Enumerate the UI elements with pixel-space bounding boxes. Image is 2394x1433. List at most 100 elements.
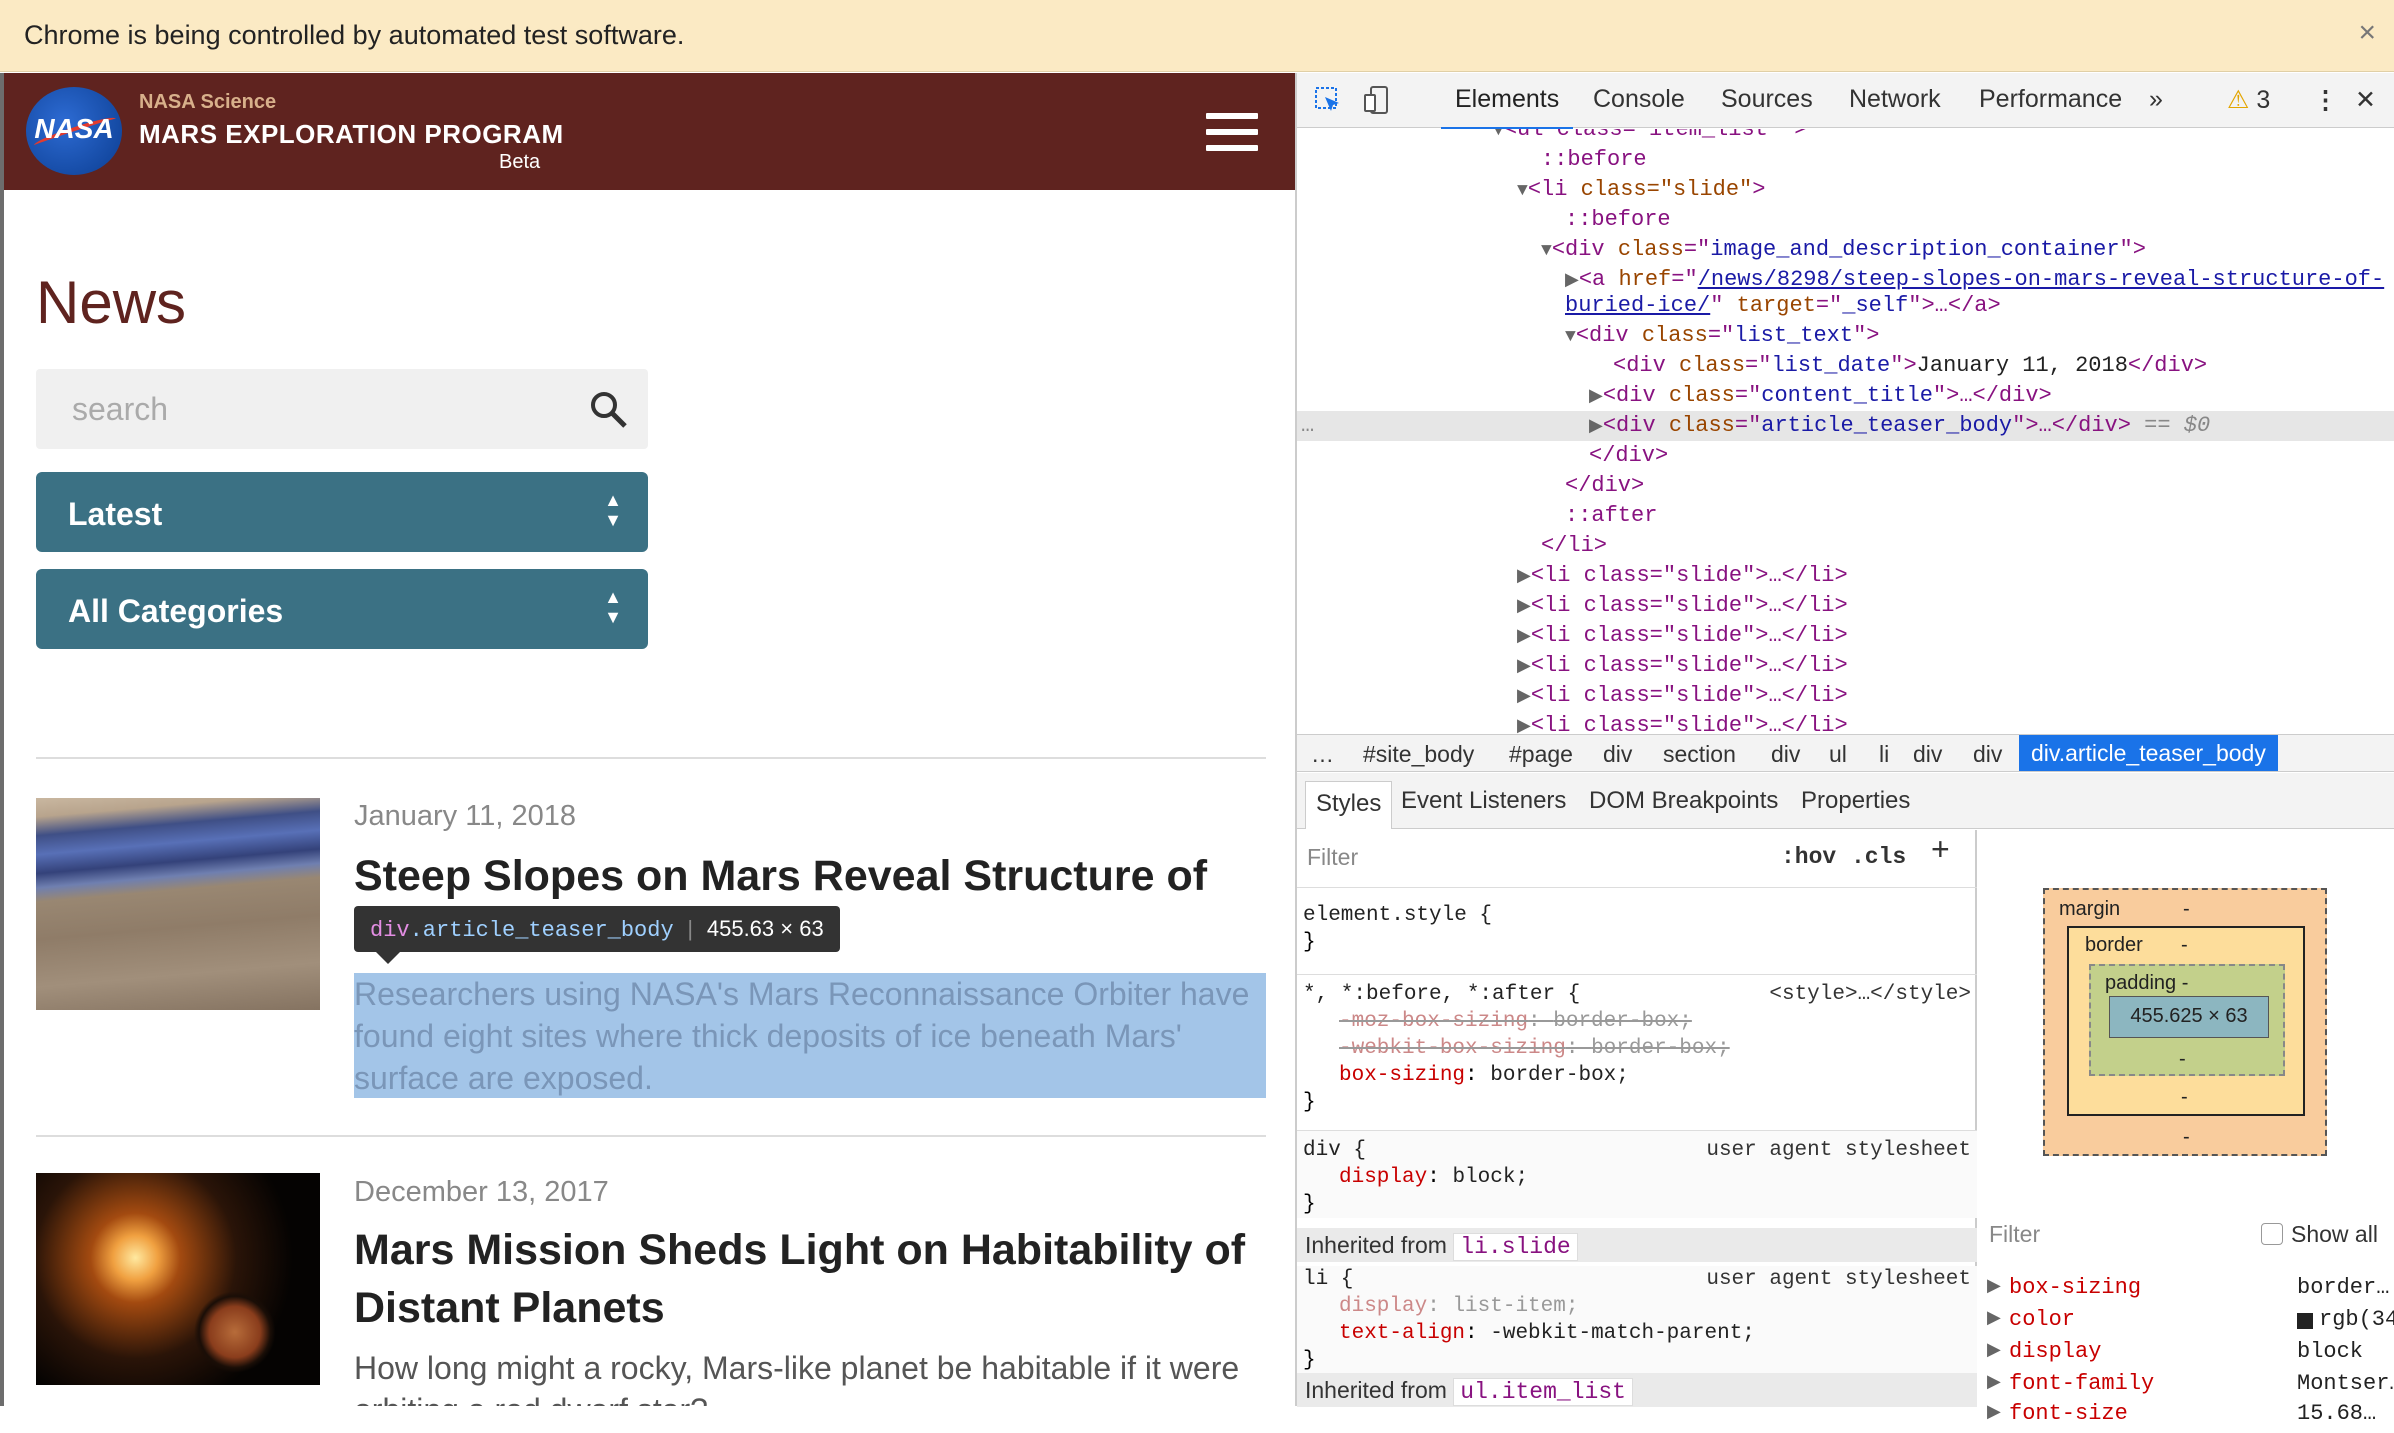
dom-node[interactable]: ▼<div class="list_text"> bbox=[1297, 321, 2394, 351]
crumb[interactable]: li bbox=[1879, 741, 1889, 768]
crumb[interactable]: … bbox=[1311, 741, 1334, 768]
program-title[interactable]: MARS EXPLORATION PROGRAM bbox=[139, 119, 564, 150]
tab-performance[interactable]: Performance bbox=[1979, 85, 2122, 114]
dom-node[interactable]: ▶<li class="slide">…</li> bbox=[1297, 561, 2394, 591]
dom-node[interactable]: ▶<li class="slide">…</li> bbox=[1297, 621, 2394, 651]
style-rule[interactable]: li { user agent stylesheet display: list… bbox=[1297, 1266, 1977, 1374]
css-prop-overridden[interactable]: -webkit-box-sizing: border-box; bbox=[1303, 1035, 1977, 1062]
nasa-logo[interactable]: NASA bbox=[26, 87, 122, 175]
computed-prop[interactable]: ▶ display block bbox=[1987, 1339, 2394, 1371]
hamburger-menu-icon[interactable] bbox=[1206, 113, 1258, 153]
crumb[interactable]: section bbox=[1663, 741, 1736, 768]
warnings-badge[interactable]: ⚠ 3 bbox=[2227, 85, 2270, 115]
tab-styles[interactable]: Styles bbox=[1305, 781, 1393, 829]
warning-icon: ⚠ bbox=[2227, 86, 2250, 114]
box-content[interactable]: 455.625 × 63 bbox=[2109, 996, 2269, 1038]
dom-node[interactable]: ▶<li class="slide">…</li> bbox=[1297, 711, 2394, 734]
dom-node[interactable]: ▶<div class="content_title">…</div> bbox=[1297, 381, 2394, 411]
tab-console[interactable]: Console bbox=[1593, 85, 1685, 114]
category-select-label: All Categories bbox=[68, 593, 284, 629]
dom-node[interactable]: ▶<li class="slide">…</li> bbox=[1297, 681, 2394, 711]
tab-sources[interactable]: Sources bbox=[1721, 85, 1813, 114]
search-icon[interactable] bbox=[588, 389, 628, 429]
device-toolbar-icon[interactable] bbox=[1363, 85, 1393, 115]
dom-node[interactable]: ▼<div class="image_and_description_conta… bbox=[1297, 235, 2394, 265]
css-prop[interactable]: box-sizing: border-box; bbox=[1303, 1062, 1977, 1089]
computed-filter-input[interactable]: Filter bbox=[1989, 1221, 2040, 1248]
color-swatch[interactable] bbox=[2297, 1313, 2313, 1329]
tab-event-listeners[interactable]: Event Listeners bbox=[1401, 787, 1566, 815]
box-model-diagram: margin - - border - - padding - - 455.62… bbox=[1979, 830, 2394, 1210]
style-rule[interactable]: element.style { } bbox=[1297, 902, 1977, 956]
dom-node[interactable]: ▼<ul class="item_list "> bbox=[1297, 129, 2394, 145]
dom-node-selected[interactable]: … ▶<div class="article_teaser_body">…</di… bbox=[1297, 411, 2394, 441]
dom-node[interactable]: ▼<li class="slide"> bbox=[1297, 175, 2394, 205]
rule-source[interactable]: <style>…</style> bbox=[1769, 981, 1971, 1008]
crumb[interactable]: ul bbox=[1829, 741, 1847, 768]
infobar-message: Chrome is being controlled by automated … bbox=[24, 20, 685, 50]
crumb[interactable]: div bbox=[1603, 741, 1632, 768]
inspect-element-icon[interactable] bbox=[1313, 85, 1343, 115]
css-prop-overridden[interactable]: -moz-box-sizing: border-box; bbox=[1303, 1008, 1977, 1035]
styles-filter-input[interactable]: Filter bbox=[1307, 844, 1358, 871]
dom-pseudo[interactable]: ::after bbox=[1297, 501, 2394, 531]
cls-toggle[interactable]: .cls bbox=[1851, 844, 1906, 871]
category-select[interactable]: All Categories ▲ ▼ bbox=[36, 569, 648, 649]
computed-prop[interactable]: ▶ font-family Montser… bbox=[1987, 1371, 2394, 1403]
devtools-panel: Elements Console Sources Network Perform… bbox=[1295, 73, 2394, 1426]
dom-close: </div> bbox=[1565, 473, 1645, 498]
show-all-label: Show all bbox=[2291, 1221, 2378, 1247]
devtools-menu-icon[interactable]: ⋮ bbox=[2313, 85, 2338, 115]
inherited-selector-link[interactable]: li.slide bbox=[1453, 1233, 1578, 1261]
divider bbox=[36, 1135, 1266, 1137]
css-prop-inactive[interactable]: display: list-item; bbox=[1303, 1293, 1977, 1320]
article-teaser: How long might a rocky, Mars-like planet… bbox=[354, 1350, 1240, 1406]
crumb[interactable]: #page bbox=[1509, 741, 1573, 768]
crumb[interactable]: div bbox=[1913, 741, 1942, 768]
infobar-close-icon[interactable]: × bbox=[2358, 16, 2376, 50]
article-title[interactable]: Mars Mission Sheds Light on Habitability… bbox=[354, 1221, 1254, 1337]
hov-toggle[interactable]: :hov bbox=[1781, 844, 1836, 871]
search-input[interactable] bbox=[36, 369, 576, 449]
new-rule-icon[interactable]: + bbox=[1931, 833, 1950, 865]
close-devtools-icon[interactable]: ✕ bbox=[2355, 85, 2376, 115]
computed-prop[interactable]: ▶ box-sizing border… bbox=[1987, 1275, 2394, 1307]
tab-elements[interactable]: Elements bbox=[1440, 85, 1574, 130]
css-prop[interactable]: text-align: -webkit-match-parent; bbox=[1303, 1320, 1977, 1347]
style-rule[interactable]: div { user agent stylesheet display: blo… bbox=[1297, 1130, 1977, 1218]
automation-infobar: Chrome is being controlled by automated … bbox=[0, 0, 2394, 72]
dom-node-cont[interactable]: buried-ice/" target="_self">…</a> bbox=[1297, 291, 2394, 321]
crumb-active[interactable]: div.article_teaser_body bbox=[2019, 735, 2278, 771]
dom-tree: ▼<ul class="item_list "> ::before ▼<li c… bbox=[1297, 129, 2394, 734]
tab-properties[interactable]: Properties bbox=[1801, 787, 1910, 815]
dom-node[interactable]: ▶<li class="slide">…</li> bbox=[1297, 651, 2394, 681]
styles-filter-bar: Filter :hov .cls + bbox=[1297, 830, 1977, 888]
dom-pseudo[interactable]: ::before bbox=[1297, 205, 2394, 235]
crumb[interactable]: div bbox=[1771, 741, 1800, 768]
sort-select[interactable]: Latest ▲ ▼ bbox=[36, 472, 648, 552]
tab-dom-breakpoints[interactable]: DOM Breakpoints bbox=[1589, 787, 1778, 815]
article-thumbnail[interactable] bbox=[36, 1173, 320, 1385]
style-rule[interactable]: *, *:before, *:after { <style>…</style> … bbox=[1297, 974, 1977, 1116]
dom-node[interactable]: <div class="list_date">January 11, 2018<… bbox=[1297, 351, 2394, 381]
breadcrumb: … #site_body #page div section div ul li… bbox=[1297, 734, 2394, 772]
article-title[interactable]: Steep Slopes on Mars Reveal Structure of bbox=[354, 847, 1254, 905]
more-tabs-icon[interactable]: » bbox=[2149, 85, 2163, 114]
rule-close: } bbox=[1303, 1193, 1316, 1216]
nasa-science-label[interactable]: NASA Science bbox=[139, 91, 276, 114]
tab-network[interactable]: Network bbox=[1849, 85, 1941, 114]
css-prop[interactable]: display: block; bbox=[1303, 1164, 1977, 1191]
crumb[interactable]: #site_body bbox=[1363, 741, 1474, 768]
inherited-selector-link[interactable]: ul.item_list bbox=[1453, 1378, 1633, 1406]
divider bbox=[36, 757, 1266, 759]
article-thumbnail[interactable] bbox=[36, 798, 320, 1010]
tooltip-tag: div bbox=[370, 918, 410, 943]
show-all-checkbox[interactable] bbox=[2261, 1223, 2283, 1245]
rule-selector: element.style { bbox=[1303, 904, 1493, 927]
dom-pseudo[interactable]: ::before bbox=[1297, 145, 2394, 175]
crumb[interactable]: div bbox=[1973, 741, 2002, 768]
inherited-header: Inherited from ul.item_list bbox=[1297, 1373, 1977, 1407]
computed-prop[interactable]: ▶ color rgb(34 bbox=[1987, 1307, 2394, 1339]
select-arrows-icon: ▲ ▼ bbox=[604, 490, 622, 530]
dom-node[interactable]: ▶<li class="slide">…</li> bbox=[1297, 591, 2394, 621]
